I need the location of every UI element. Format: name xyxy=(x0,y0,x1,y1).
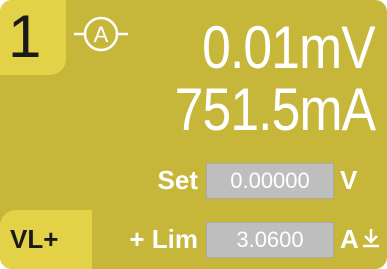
svg-text:A: A xyxy=(94,22,109,47)
limit-value-field[interactable]: 3.0600 xyxy=(206,222,334,258)
mode-tag-label: VL+ xyxy=(10,224,59,254)
auto-range-icon: A xyxy=(74,16,128,52)
current-readout: 751.5mA xyxy=(174,76,375,143)
set-value-field[interactable]: 0.00000 xyxy=(206,163,334,199)
limit-unit: A xyxy=(340,224,359,254)
limit-down-arrow-icon xyxy=(363,229,379,248)
channel-number: 1 xyxy=(8,3,42,70)
channel-tab[interactable]: 1 xyxy=(0,0,66,75)
channel-panel: 1 A 0.01mV 751.5mA Set 0.00000 V VL+ + L… xyxy=(0,0,387,269)
voltage-readout: 0.01mV xyxy=(202,14,376,81)
set-unit: V xyxy=(340,165,358,195)
limit-label: + Lim xyxy=(129,224,198,254)
set-label: Set xyxy=(157,165,198,195)
